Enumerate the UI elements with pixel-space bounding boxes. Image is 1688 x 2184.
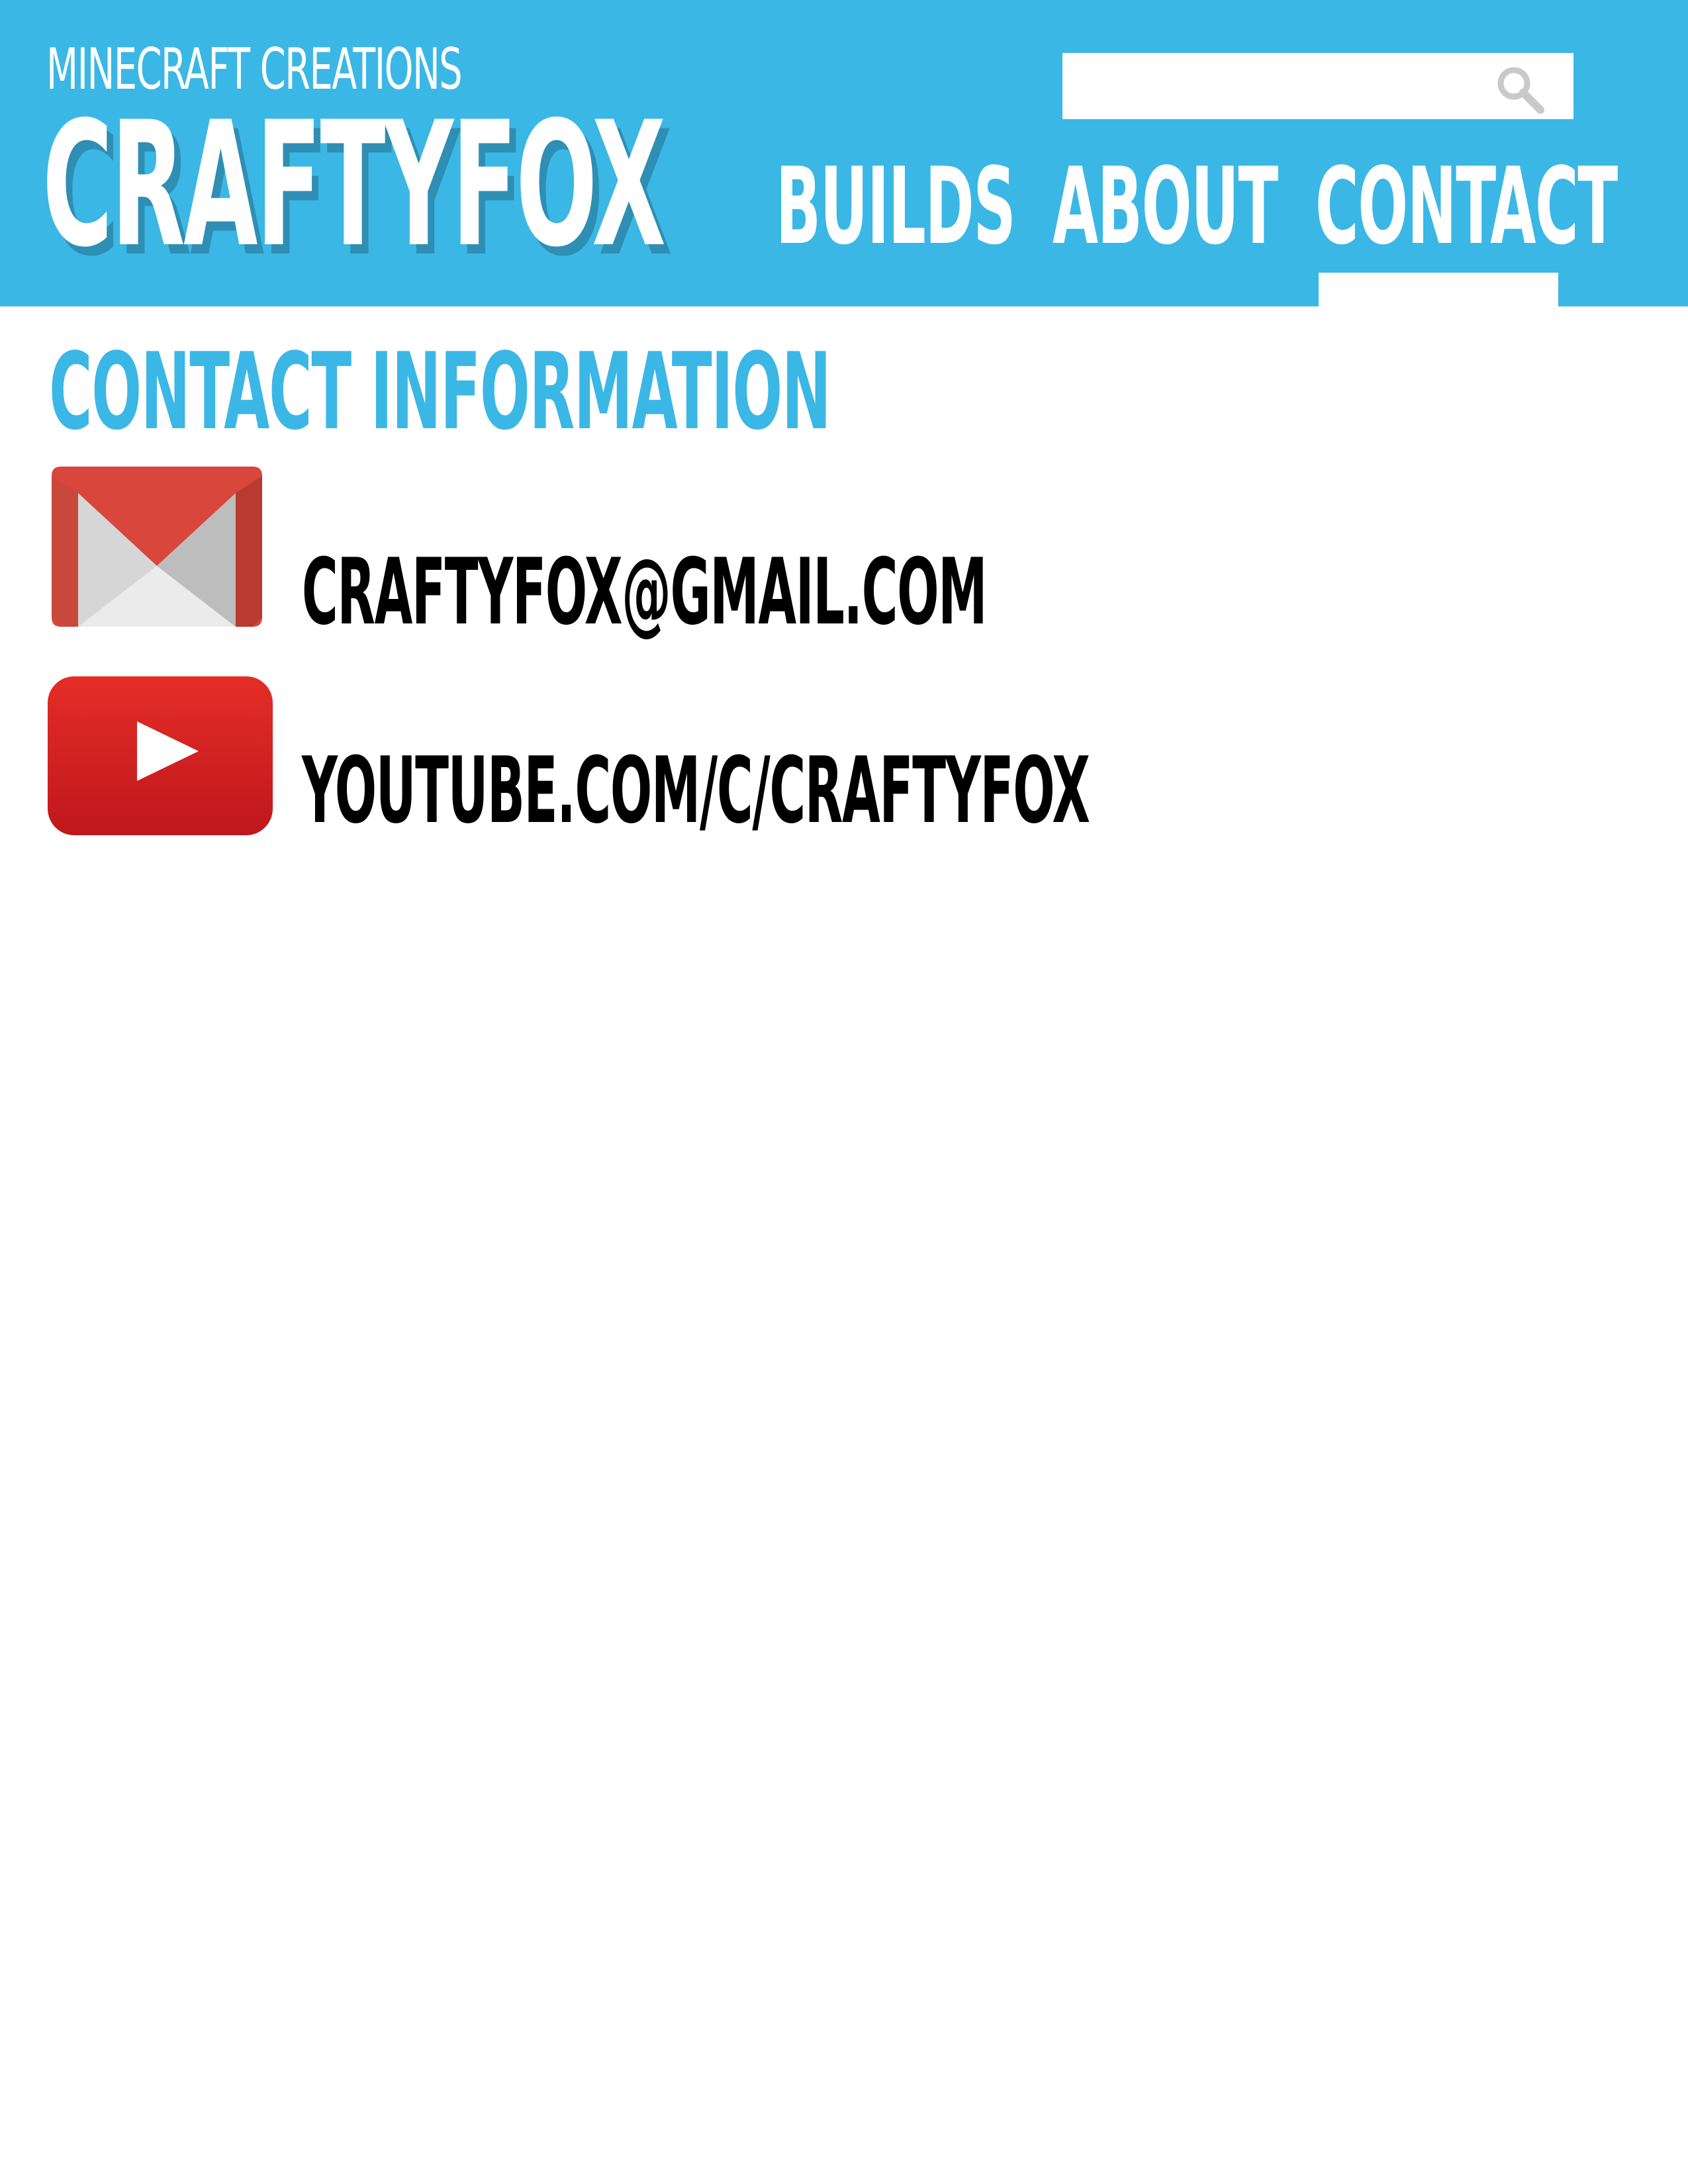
search-icon[interactable] [1494, 64, 1547, 116]
email-link[interactable]: CRAFTYFOX@GMAIL.COM [302, 547, 987, 638]
active-tab-indicator [1319, 273, 1558, 306]
nav-builds[interactable]: BUILDS [776, 154, 1016, 259]
youtube-icon[interactable] [48, 676, 273, 835]
site-logo[interactable]: CRAFTYFOX [42, 99, 666, 271]
nav-about[interactable]: ABOUT [1053, 154, 1278, 259]
youtube-link[interactable]: YOUTUBE.COM/C/CRAFTYFOX [302, 745, 1090, 837]
nav-contact[interactable]: CONTACT [1315, 154, 1618, 259]
search-input[interactable] [1062, 53, 1573, 119]
page-title: CONTACT INFORMATION [49, 330, 831, 453]
gmail-icon [52, 467, 262, 627]
site-header: MINECRAFT CREATIONS CRAFTYFOX BUILDS ABO… [0, 0, 1688, 306]
